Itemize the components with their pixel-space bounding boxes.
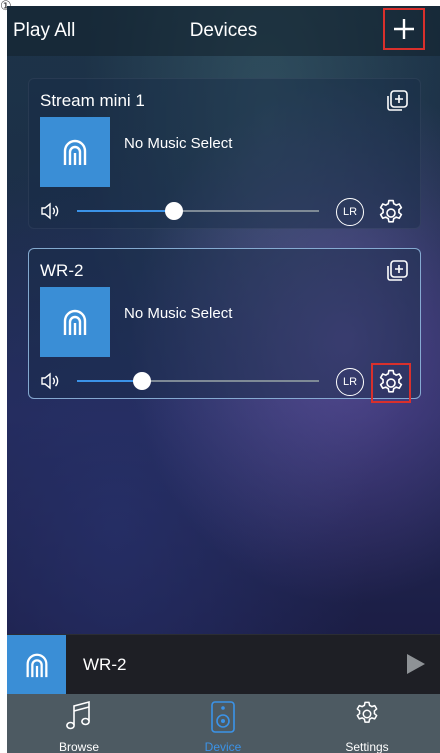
tab-bar: Browse Device Settings <box>7 694 440 753</box>
now-playing-art[interactable] <box>7 635 66 694</box>
device-settings-button[interactable] <box>371 363 411 403</box>
app-logo-icon <box>63 309 87 335</box>
album-art[interactable] <box>40 287 110 357</box>
tab-label: Device <box>204 740 242 753</box>
lr-channel-button[interactable]: LR <box>336 368 364 396</box>
device-card-stream-mini-1[interactable]: Stream mini 1 No Music Select LR <box>28 78 421 229</box>
track-title: No Music Select <box>124 305 233 322</box>
speaker-icon <box>211 701 235 733</box>
app-logo-icon <box>63 139 87 165</box>
track-title: No Music Select <box>124 135 233 152</box>
tab-browse[interactable]: Browse <box>7 694 151 753</box>
app-screen: Play All Devices Stream mini 1 No Music … <box>7 6 440 753</box>
tab-label: Settings <box>345 740 389 753</box>
device-card-wr-2[interactable]: WR-2 No Music Select LR <box>28 248 421 403</box>
volume-icon <box>41 202 59 220</box>
album-art[interactable] <box>40 117 110 187</box>
play-all-button[interactable]: Play All <box>13 20 75 42</box>
volume-icon <box>41 372 59 390</box>
now-playing-bar[interactable]: WR-2 <box>7 634 440 694</box>
tab-device[interactable]: Device <box>151 694 295 753</box>
volume-slider-fill <box>77 210 174 212</box>
gear-icon <box>356 701 378 723</box>
device-name: WR-2 <box>40 261 84 280</box>
music-note-icon <box>66 700 90 730</box>
app-logo-icon <box>26 653 47 677</box>
play-icon[interactable] <box>406 653 426 675</box>
add-device-button[interactable] <box>383 8 425 50</box>
volume-slider[interactable] <box>77 372 319 390</box>
tab-settings[interactable]: Settings <box>295 694 439 753</box>
volume-slider[interactable] <box>77 202 319 220</box>
device-settings-button[interactable] <box>371 193 411 233</box>
top-bar: Play All Devices <box>7 6 440 56</box>
group-devices-icon[interactable] <box>385 259 409 283</box>
tab-label: Browse <box>58 740 99 753</box>
gear-icon <box>379 199 403 223</box>
now-playing-device-name: WR-2 <box>83 655 127 674</box>
volume-slider-handle[interactable] <box>164 202 183 220</box>
device-name: Stream mini 1 <box>40 91 145 110</box>
volume-slider-handle[interactable] <box>133 372 152 390</box>
group-devices-icon[interactable] <box>385 89 409 113</box>
plus-icon <box>394 19 414 39</box>
lr-channel-button[interactable]: LR <box>336 198 364 226</box>
gear-icon <box>379 369 403 393</box>
